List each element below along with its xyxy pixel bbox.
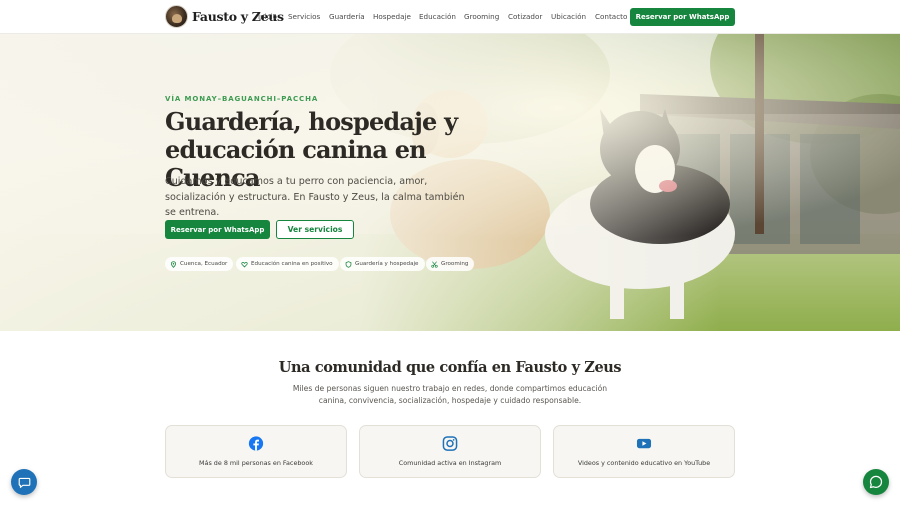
community-title: Una comunidad que confía en Fausto y Zeu… (278, 359, 622, 376)
chip-label: Cuenca, Ecuador (180, 261, 228, 267)
nav-link-inicio[interactable]: Inicio (258, 12, 277, 21)
site-header: Fausto y Zeus Inicio Servicios Guardería… (0, 0, 900, 34)
chat-bubble-icon (18, 476, 31, 489)
nav-link-cotizador[interactable]: Cotizador (508, 12, 542, 21)
chip-grooming: Grooming (426, 257, 475, 271)
card-label: Más de 8 mil personas en Facebook (199, 459, 313, 467)
view-services-button[interactable]: Ver servicios (276, 220, 354, 239)
facebook-card[interactable]: Más de 8 mil personas en Facebook (165, 425, 347, 478)
nav-link-hospedaje[interactable]: Hospedaje (373, 12, 411, 21)
nav-link-servicios[interactable]: Servicios (288, 12, 320, 21)
hero-whatsapp-button[interactable]: Reservar por WhatsApp (165, 220, 270, 239)
nav-link-contacto[interactable]: Contacto (595, 12, 627, 21)
chip-positive-education: Educación canina en positivo (236, 257, 339, 271)
heart-icon (241, 261, 248, 268)
community-subtitle: Miles de personas siguen nuestro trabajo… (292, 384, 608, 405)
shield-icon (345, 260, 352, 268)
whatsapp-icon (869, 475, 883, 489)
instagram-card[interactable]: Comunidad activa en Instagram (359, 425, 541, 478)
youtube-card[interactable]: Videos y contenido educativo en YouTube (553, 425, 735, 478)
hero-lead: Cuidamos y educamos a tu perro con pacie… (165, 176, 465, 218)
brand-logo (165, 5, 188, 28)
chip-daycare-boarding: Guardería y hospedaje (340, 257, 425, 271)
whatsapp-float-button[interactable] (863, 469, 889, 495)
scissors-icon (431, 260, 438, 268)
facebook-icon (248, 436, 264, 451)
chip-label: Guardería y hospedaje (355, 261, 419, 267)
nav-link-grooming[interactable]: Grooming (464, 12, 499, 21)
chip-label: Grooming (441, 261, 469, 267)
hero-eyebrow: VÍA MONAY–BAGUANCHI–PACCHA (165, 95, 319, 103)
nav-link-guarderia[interactable]: Guardería (329, 12, 365, 21)
map-pin-icon (170, 260, 177, 268)
chip-location: Cuenca, Ecuador (165, 257, 234, 271)
youtube-icon (636, 436, 652, 451)
header-whatsapp-button[interactable]: Reservar por WhatsApp (630, 8, 735, 26)
card-label: Videos y contenido educativo en YouTube (577, 459, 711, 467)
nav-link-ubicacion[interactable]: Ubicación (551, 12, 586, 21)
chip-label: Educación canina en positivo (251, 261, 333, 267)
card-label: Comunidad activa en Instagram (398, 459, 502, 467)
nav-link-educacion[interactable]: Educación (419, 12, 456, 21)
instagram-icon (442, 436, 458, 451)
chat-button[interactable] (11, 469, 37, 495)
